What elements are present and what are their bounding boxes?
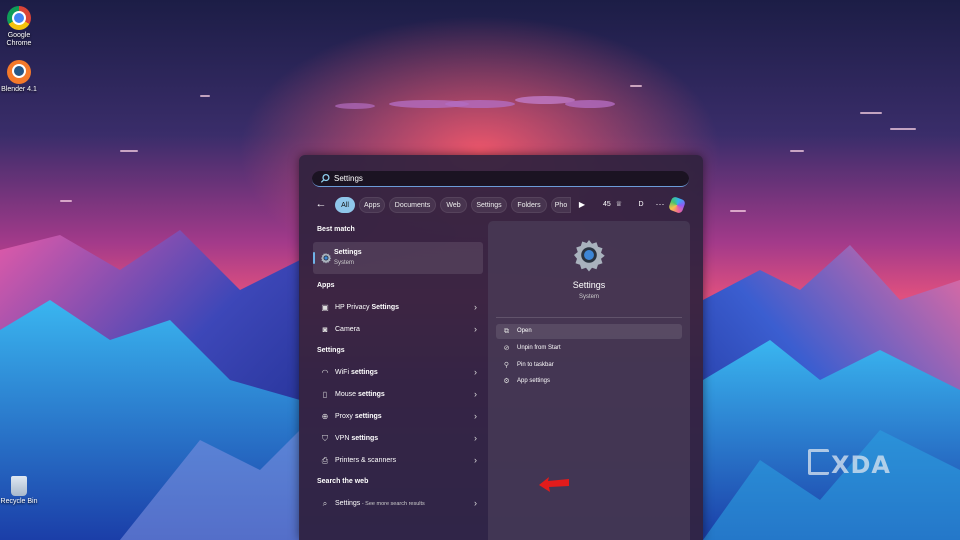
- blender-icon: [7, 60, 31, 84]
- account-avatar[interactable]: D: [634, 198, 648, 212]
- result-camera[interactable]: ◙ Camera ›: [313, 321, 483, 339]
- result-label: Proxy settings: [335, 413, 382, 420]
- action-app-settings[interactable]: ⚙ App settings: [496, 374, 682, 389]
- result-label: Mouse settings: [335, 391, 385, 398]
- action-open[interactable]: ⧉ Open: [496, 324, 682, 339]
- result-proxy-settings[interactable]: ⊕ Proxy settings ›: [313, 408, 483, 426]
- apps-heading: Apps: [317, 282, 335, 289]
- chevron-right-icon[interactable]: ›: [474, 411, 477, 421]
- result-preview-panel: Settings System ⧉ Open ⊘ Unpin from Star…: [488, 221, 690, 540]
- result-vpn-settings[interactable]: ⛉ VPN settings ›: [313, 430, 483, 448]
- copilot-icon[interactable]: [668, 196, 686, 214]
- printer-icon: ⎙: [321, 456, 329, 465]
- shield-icon: ⛉: [322, 434, 328, 443]
- search-icon: [321, 174, 330, 183]
- best-match-subtitle: System: [334, 260, 355, 266]
- filter-bar: ← All Apps Documents Web Settings Folder…: [313, 196, 693, 214]
- start-menu-search-panel: ← All Apps Documents Web Settings Folder…: [299, 155, 703, 540]
- rewards-icon: ♕: [615, 201, 623, 208]
- chevron-right-icon[interactable]: ›: [474, 367, 477, 377]
- result-wifi-settings[interactable]: ◠ WiFi settings ›: [313, 364, 483, 382]
- settings-heading: Settings: [317, 347, 345, 354]
- preview-divider: [496, 317, 682, 318]
- unpin-icon: ⊘: [503, 345, 510, 352]
- preview-subtitle: System: [578, 294, 599, 300]
- result-label: WiFi settings: [335, 369, 378, 376]
- result-printers-scanners[interactable]: ⎙ Printers & scanners ›: [313, 452, 483, 470]
- wifi-icon: ◠: [321, 368, 329, 377]
- filter-chip-photos[interactable]: Pho: [551, 197, 571, 213]
- result-hp-privacy-settings[interactable]: ▣ HP Privacy Settings ›: [313, 299, 483, 317]
- settings-gear-icon: [321, 253, 332, 264]
- action-unpin-from-start[interactable]: ⊘ Unpin from Start: [496, 341, 682, 356]
- filter-chip-settings[interactable]: Settings: [471, 197, 507, 213]
- xda-watermark: XDA: [808, 449, 891, 479]
- best-match-result[interactable]: Settings System: [313, 242, 483, 274]
- desktop-icon-label: Blender 4.1: [1, 86, 37, 93]
- chrome-icon: [7, 6, 31, 30]
- result-label: Settings - See more search results: [335, 500, 425, 507]
- desktop-icon-label: Google Chrome: [6, 32, 32, 47]
- result-label: HP Privacy Settings: [335, 304, 400, 311]
- desktop-icon-recycle-bin[interactable]: Recycle Bin: [0, 476, 41, 506]
- mouse-icon: ▯: [322, 390, 328, 399]
- search-icon: ⌕: [322, 499, 328, 508]
- search-box[interactable]: [312, 171, 689, 187]
- preview-title: Settings: [572, 280, 606, 290]
- search-input[interactable]: [334, 172, 634, 185]
- result-label: Camera: [335, 326, 360, 333]
- chevron-right-icon[interactable]: ›: [474, 498, 477, 508]
- result-label: Printers & scanners: [335, 457, 397, 464]
- annotation-arrow-icon: [539, 477, 569, 492]
- open-external-icon: ⧉: [504, 328, 509, 335]
- settings-gear-icon: [574, 240, 605, 272]
- filter-chip-apps[interactable]: Apps: [359, 197, 385, 213]
- best-match-heading: Best match: [317, 226, 355, 233]
- search-the-web-heading: Search the web: [317, 478, 369, 485]
- back-button[interactable]: ←: [313, 197, 329, 213]
- desktop-icon-chrome[interactable]: Google Chrome: [0, 6, 41, 48]
- hp-privacy-icon: ▣: [321, 303, 329, 312]
- best-match-title: Settings: [334, 249, 362, 256]
- filter-chip-web[interactable]: Web: [440, 197, 467, 213]
- rewards-points[interactable]: 45 ♕: [603, 197, 622, 213]
- globe-icon: ⊕: [321, 412, 329, 421]
- desktop-icon-blender[interactable]: Blender 4.1: [0, 60, 41, 94]
- chevron-right-icon[interactable]: ›: [474, 324, 477, 334]
- chevron-right-icon[interactable]: ›: [474, 389, 477, 399]
- camera-icon: ◙: [322, 325, 328, 334]
- result-mouse-settings[interactable]: ▯ Mouse settings ›: [313, 386, 483, 404]
- action-pin-to-taskbar[interactable]: ⚲ Pin to taskbar: [496, 358, 682, 373]
- arrow-left-icon: ←: [315, 198, 327, 210]
- pin-icon: ⚲: [503, 362, 510, 369]
- play-icon: ▶: [578, 200, 586, 209]
- desktop-icon-label: Recycle Bin: [0, 498, 38, 505]
- selection-indicator: [313, 252, 315, 264]
- chevron-right-icon[interactable]: ›: [474, 433, 477, 443]
- recycle-bin-icon: [11, 476, 27, 496]
- chevron-right-icon[interactable]: ›: [474, 302, 477, 312]
- result-label: VPN settings: [335, 435, 379, 442]
- filter-chip-documents[interactable]: Documents: [389, 197, 436, 213]
- filter-chip-folders[interactable]: Folders: [511, 197, 547, 213]
- more-options-button[interactable]: ···: [653, 197, 667, 213]
- xda-logo-icon: [808, 449, 829, 475]
- result-web-search[interactable]: ⌕ Settings - See more search results ›: [313, 495, 483, 513]
- filter-chip-all[interactable]: All: [335, 197, 355, 213]
- chevron-right-icon[interactable]: ›: [474, 455, 477, 465]
- more-filters-button[interactable]: ▶: [576, 198, 588, 212]
- gear-icon: ⚙: [503, 378, 510, 385]
